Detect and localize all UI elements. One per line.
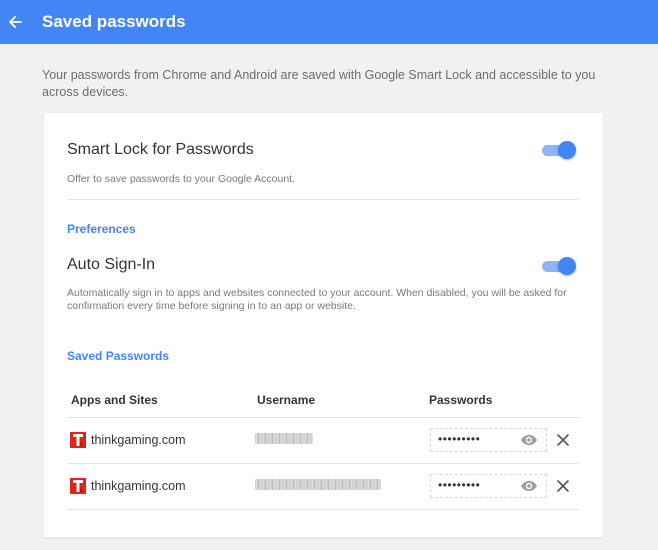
eye-icon[interactable] <box>520 479 538 493</box>
close-icon[interactable] <box>555 432 571 448</box>
username-redacted <box>255 479 381 490</box>
intro-text: Your passwords from Chrome and Android a… <box>42 68 596 99</box>
site-name: thinkgaming.com <box>91 479 186 493</box>
column-header-passwords: Passwords <box>429 393 493 407</box>
smart-lock-toggle[interactable] <box>542 141 576 159</box>
site-cell[interactable]: thinkgaming.com <box>70 478 186 494</box>
password-field[interactable]: ••••••••• <box>430 474 547 498</box>
settings-card: Smart Lock for Passwords Offer to save p… <box>44 113 603 537</box>
close-icon[interactable] <box>555 478 571 494</box>
username-redacted <box>255 433 313 444</box>
column-header-username: Username <box>257 393 316 407</box>
site-name: thinkgaming.com <box>91 433 186 447</box>
thinkgaming-logo-icon <box>70 478 86 494</box>
back-button[interactable] <box>0 0 30 44</box>
auto-signin-toggle[interactable] <box>542 257 576 275</box>
auto-signin-description: Automatically sign in to apps and websit… <box>67 287 567 312</box>
password-mask: ••••••••• <box>438 478 481 492</box>
saved-passwords-label: Saved Passwords <box>67 349 170 363</box>
password-mask: ••••••••• <box>438 432 481 446</box>
column-header-apps: Apps and Sites <box>71 393 158 407</box>
eye-icon[interactable] <box>520 433 538 447</box>
site-cell[interactable]: thinkgaming.com <box>70 432 186 448</box>
auto-signin-title: Auto Sign-In <box>67 256 156 273</box>
preferences-label: Preferences <box>67 222 136 236</box>
toggle-knob <box>558 141 576 159</box>
arrow-back-icon <box>9 16 22 28</box>
thinkgaming-logo-icon <box>70 432 86 448</box>
table-row: thinkgaming.com ••••••••• <box>67 417 579 463</box>
table-row: thinkgaming.com ••••••••• <box>67 463 579 509</box>
smart-lock-description: Offer to save passwords to your Google A… <box>67 173 296 185</box>
smart-lock-title: Smart Lock for Passwords <box>67 141 254 158</box>
page-title: Saved passwords <box>42 12 186 31</box>
divider <box>67 509 579 510</box>
divider <box>67 199 579 200</box>
password-field[interactable]: ••••••••• <box>430 428 547 452</box>
toggle-knob <box>558 257 576 275</box>
app-header: Saved passwords <box>0 0 658 44</box>
